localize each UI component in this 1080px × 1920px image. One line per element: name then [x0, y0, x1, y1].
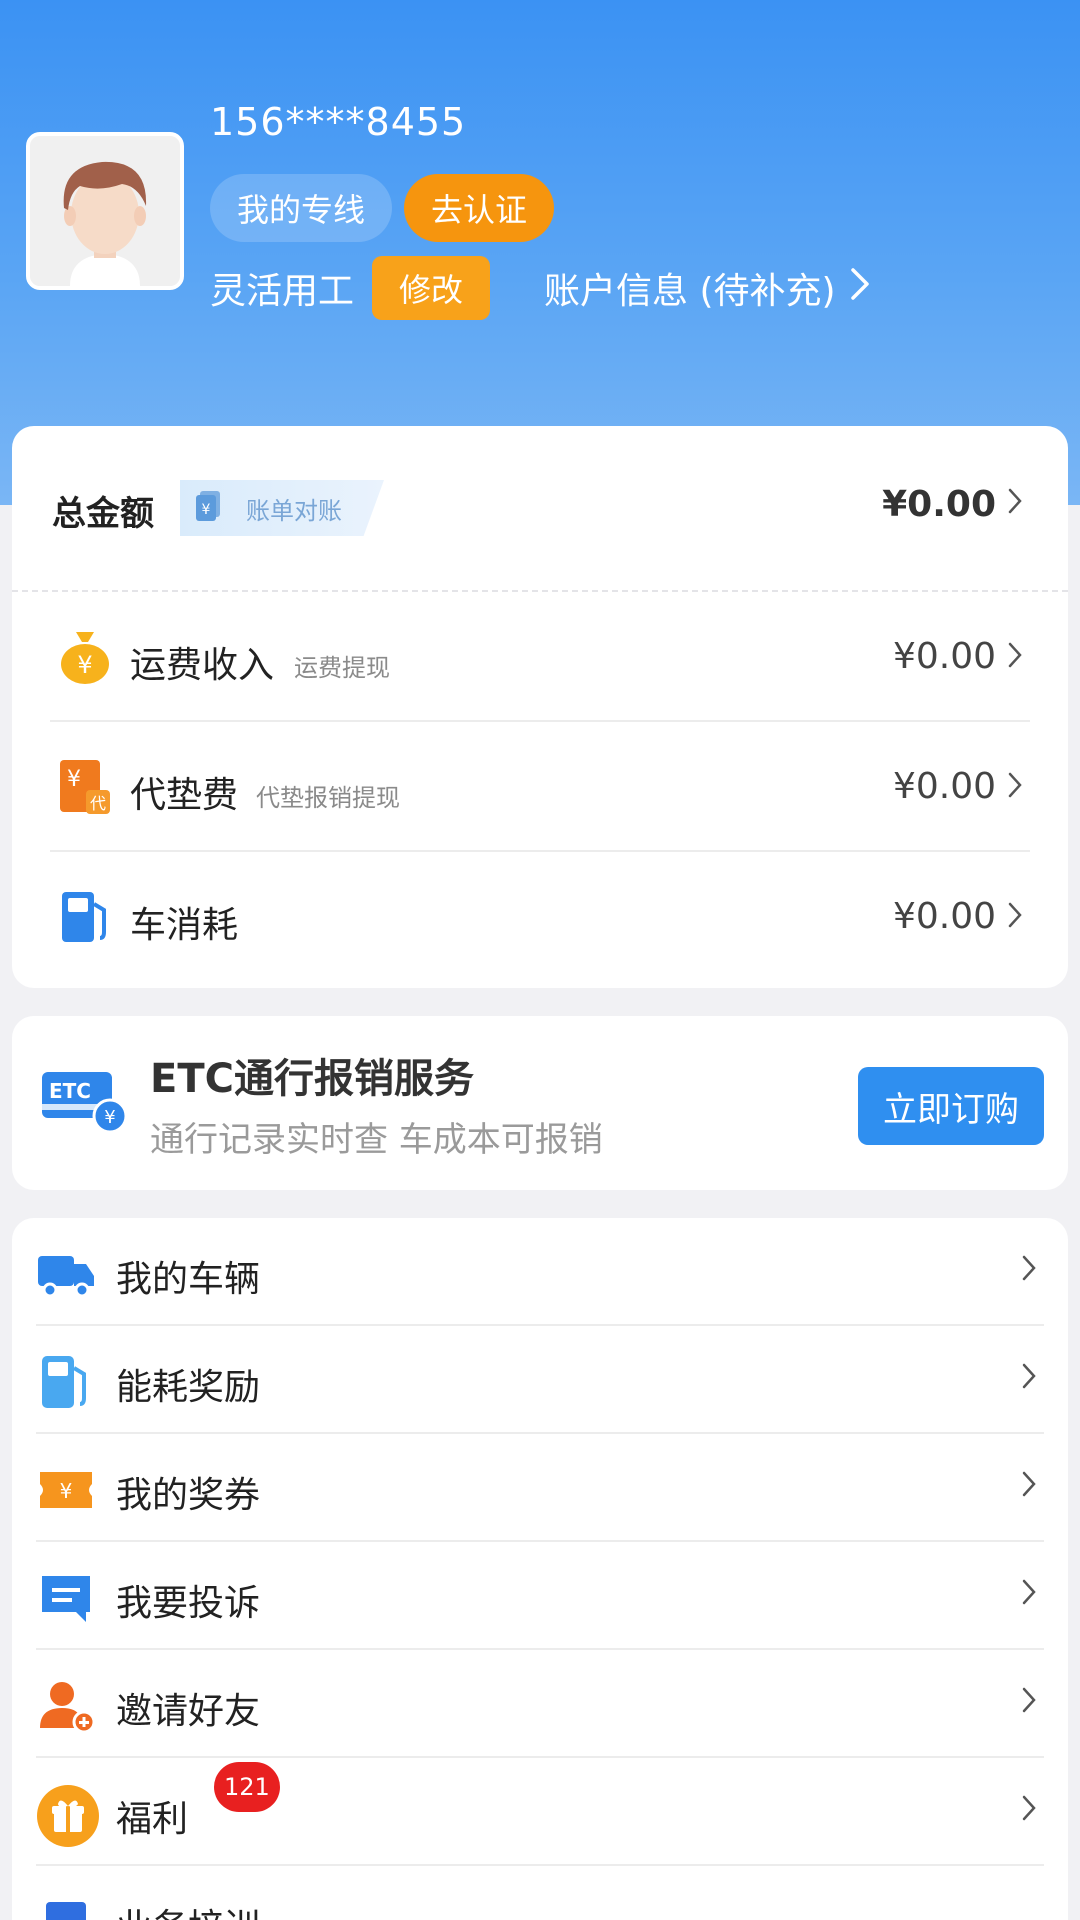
chevron-right-icon [1022, 1686, 1036, 1721]
chevron-right-icon [1022, 1362, 1036, 1397]
svg-text:¥: ¥ [104, 1107, 115, 1128]
chevron-right-icon [1008, 487, 1022, 522]
total-amount-label: 总金额 [52, 494, 154, 534]
invite-friend-icon [36, 1676, 96, 1736]
fee-amount: ¥0.00 [892, 766, 996, 807]
notification-badge: 121 [214, 1762, 280, 1812]
certify-button[interactable]: 去认证 [404, 174, 554, 242]
chevron-right-icon [1022, 1794, 1036, 1829]
menu-item-my-vehicles[interactable]: 我的车辆 [12, 1218, 1068, 1326]
avatar-illustration [30, 136, 180, 286]
fee-label: 运费收入 [130, 645, 275, 686]
menu-item-fuel-reward[interactable]: 能耗奖励 [12, 1326, 1068, 1434]
fee-amount: ¥0.00 [892, 896, 996, 937]
menu-item-my-coupons[interactable]: ¥ 我的奖券 [12, 1434, 1068, 1542]
fee-label: 车消耗 [130, 905, 239, 946]
vehicle-consumption-row[interactable]: 车消耗 ¥0.00 [12, 852, 1068, 982]
menu-item-training[interactable]: 业务培训 [12, 1866, 1068, 1920]
menu-item-invite-friends[interactable]: 邀请好友 [12, 1650, 1068, 1758]
fee-amount-group: ¥0.00 [893, 896, 1022, 937]
svg-text:ETC: ETC [49, 1079, 91, 1103]
chevron-right-icon [1008, 642, 1022, 672]
menu-item-label: 我的奖券 [116, 1475, 261, 1516]
truck-icon [36, 1244, 96, 1304]
advance-fee-row[interactable]: ¥ 代 代垫费 代垫报销提现 ¥0.00 [12, 722, 1068, 852]
total-amount-value-group: ¥0.00 [882, 484, 1022, 525]
menu-item-label: 能耗奖励 [116, 1367, 261, 1408]
svg-text:¥: ¥ [202, 502, 211, 518]
balance-card: 总金额 ¥ 账单对账 ¥0.00 ¥ 运费收入 运费提现 ¥0.00 ¥ 代 代… [12, 426, 1068, 988]
menu-card: 我的车辆 能耗奖励 ¥ 我的奖券 我要投诉 邀请好友 福利 121 [12, 1218, 1068, 1920]
chevron-right-icon [850, 267, 870, 310]
total-amount-row[interactable]: 总金额 ¥ 账单对账 ¥0.00 [12, 426, 1068, 592]
chevron-right-icon [1008, 902, 1022, 932]
account-info-label: 账户信息 (待补充) [544, 271, 836, 312]
fee-sub-label[interactable]: 代垫报销提现 [256, 778, 400, 813]
chevron-right-icon [1022, 1578, 1036, 1613]
svg-text:¥: ¥ [67, 767, 81, 792]
menu-item-welfare[interactable]: 福利 121 [12, 1758, 1068, 1866]
etc-subtitle: 通行记录实时查 车成本可报销 [150, 1120, 603, 1160]
coupon-icon: ¥ [36, 1460, 96, 1520]
fuel-pump-icon [54, 886, 116, 948]
fuel-reward-icon [36, 1352, 96, 1412]
etc-card-icon: ETC ¥ [40, 1068, 130, 1138]
menu-item-label: 业务培训 [116, 1898, 260, 1920]
chevron-right-icon [1022, 1254, 1036, 1289]
phone-number: 156****8455 [210, 100, 467, 144]
fee-amount-group: ¥0.00 [893, 636, 1022, 677]
menu-item-label: 邀请好友 [116, 1691, 261, 1732]
gift-icon [36, 1784, 99, 1847]
fee-amount-group: ¥0.00 [893, 766, 1022, 807]
freight-income-row[interactable]: ¥ 运费收入 运费提现 ¥0.00 [12, 592, 1068, 722]
etc-service-card[interactable]: ETC ¥ ETC通行报销服务 通行记录实时查 车成本可报销 立即订购 [12, 1016, 1068, 1190]
role-label: 灵活用工 [210, 271, 355, 312]
money-bag-icon: ¥ [54, 626, 116, 688]
buy-now-button[interactable]: 立即订购 [858, 1067, 1044, 1145]
fee-label: 代垫费 [130, 775, 239, 816]
reconcile-label: 账单对账 [246, 496, 342, 525]
menu-item-label: 我要投诉 [116, 1583, 261, 1624]
fee-sub-label[interactable]: 运费提现 [294, 648, 390, 683]
my-line-button[interactable]: 我的专线 [210, 174, 392, 242]
svg-text:¥: ¥ [60, 1479, 73, 1503]
account-info-link[interactable]: 账户信息 (待补充) [544, 262, 870, 314]
menu-item-label: 福利 [116, 1799, 189, 1840]
chevron-right-icon [1022, 1470, 1036, 1505]
total-amount-value: ¥0.00 [882, 484, 996, 525]
svg-text:代: 代 [90, 794, 106, 813]
menu-item-complaint[interactable]: 我要投诉 [12, 1542, 1068, 1650]
avatar[interactable] [26, 132, 184, 290]
fee-amount: ¥0.00 [892, 636, 996, 677]
advance-fee-icon: ¥ 代 [54, 756, 116, 818]
complaint-icon [36, 1568, 96, 1628]
svg-text:¥: ¥ [77, 651, 92, 679]
reconcile-tag[interactable]: ¥ 账单对账 [180, 480, 384, 536]
training-icon [36, 1892, 96, 1920]
menu-item-label: 我的车辆 [116, 1259, 261, 1300]
bill-icon: ¥ [194, 489, 224, 527]
chevron-right-icon [1008, 772, 1022, 802]
edit-role-button[interactable]: 修改 [372, 256, 490, 320]
etc-title: ETC通行报销服务 [150, 1056, 474, 1102]
